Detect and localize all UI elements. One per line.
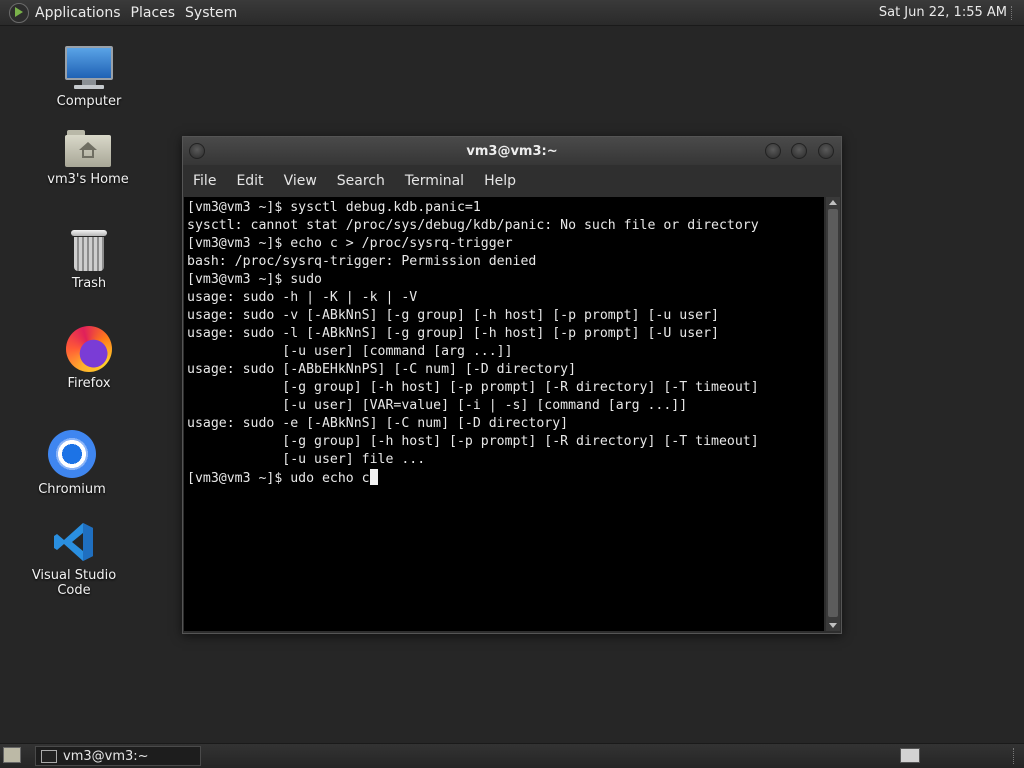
terminal-scrollbar[interactable] [826, 197, 840, 631]
terminal-titlebar[interactable]: vm3@vm3:~ [183, 137, 841, 165]
terminal-title: vm3@vm3:~ [466, 143, 558, 159]
desktop-icon-label: vm3's Home [47, 172, 129, 187]
desktop-icon-computer[interactable]: Computer [50, 46, 128, 109]
terminal-line: usage: sudo -e [-ABkNnS] [-C num] [-D di… [187, 416, 569, 431]
vscode-icon [52, 520, 96, 564]
desktop-icon-home[interactable]: vm3's Home [40, 128, 136, 187]
desktop-icon-label: Trash [71, 276, 107, 291]
close-button[interactable] [818, 143, 834, 159]
terminal-window[interactable]: vm3@vm3:~ File Edit View Search Terminal… [182, 136, 842, 634]
scroll-down-icon[interactable] [829, 623, 837, 628]
minimize-button[interactable] [765, 143, 781, 159]
terminal-menubar: File Edit View Search Terminal Help [183, 165, 841, 197]
places-menu[interactable]: Places [131, 5, 184, 21]
desktop-icon-chromium[interactable]: Chromium [33, 430, 111, 497]
home-folder-icon [65, 128, 111, 168]
terminal-cursor [369, 469, 378, 485]
menu-file[interactable]: File [183, 173, 226, 189]
terminal-line: bash: /proc/sysrq-trigger: Permission de… [187, 254, 537, 269]
taskbar-window-button[interactable]: vm3@vm3:~ [35, 746, 201, 766]
terminal-line: [-g group] [-h host] [-p prompt] [-R dir… [187, 380, 759, 395]
trash-icon [71, 230, 107, 272]
distro-logo-icon[interactable] [9, 2, 29, 23]
firefox-icon [66, 326, 112, 372]
workspace-switcher[interactable] [900, 748, 920, 763]
terminal-line: usage: sudo -h | -K | -k | -V [187, 290, 418, 305]
terminal-current-input: [vm3@vm3 ~]$ udo echo c [187, 471, 370, 486]
menu-edit[interactable]: Edit [226, 173, 273, 189]
desktop-icon-label: Chromium [38, 482, 106, 497]
terminal-line: [vm3@vm3 ~]$ echo c > /proc/sysrq-trigge… [187, 236, 513, 251]
desktop-icon-vscode[interactable]: Visual Studio Code [14, 520, 134, 598]
chromium-icon [48, 430, 96, 478]
terminal-line: usage: sudo [-ABbEHkNnPS] [-C num] [-D d… [187, 362, 577, 377]
menu-terminal[interactable]: Terminal [395, 173, 474, 189]
computer-icon [65, 46, 113, 90]
menu-help[interactable]: Help [474, 173, 526, 189]
terminal-line: usage: sudo -l [-ABkNnS] [-g group] [-h … [187, 326, 719, 341]
maximize-button[interactable] [791, 143, 807, 159]
terminal-prompt-line[interactable]: [vm3@vm3 ~]$ udo echo c [187, 469, 824, 487]
bottom-panel: vm3@vm3:~ [0, 743, 1024, 768]
window-menu-button[interactable] [189, 143, 205, 159]
system-menu[interactable]: System [185, 5, 245, 21]
terminal-icon [41, 749, 57, 763]
desktop-icon-label: Visual Studio Code [31, 568, 117, 598]
terminal-line: [-u user] file ... [187, 452, 426, 467]
scroll-up-icon[interactable] [829, 200, 837, 205]
terminal-line: usage: sudo -v [-ABkNnS] [-g group] [-h … [187, 308, 719, 323]
panel-separator [1011, 5, 1016, 20]
desktop-icon-firefox[interactable]: Firefox [50, 326, 128, 391]
terminal-line: [-u user] [VAR=value] [-i | -s] [command… [187, 398, 688, 413]
terminal-line: [-u user] [command [arg ...]] [187, 344, 513, 359]
terminal-line: sysctl: cannot stat /proc/sys/debug/kdb/… [187, 218, 759, 233]
scrollbar-thumb[interactable] [828, 209, 838, 617]
desktop-icon-label: Firefox [67, 376, 111, 391]
menu-view[interactable]: View [274, 173, 327, 189]
panel-separator [1013, 748, 1018, 764]
terminal-line: [vm3@vm3 ~]$ sudo [187, 272, 322, 287]
terminal-line: [vm3@vm3 ~]$ sysctl debug.kdb.panic=1 [187, 200, 481, 215]
menu-search[interactable]: Search [327, 173, 395, 189]
desktop-icon-label: Computer [56, 94, 122, 109]
terminal-line: [-g group] [-h host] [-p prompt] [-R dir… [187, 434, 759, 449]
desktop-icon-trash[interactable]: Trash [50, 230, 128, 291]
clock[interactable]: Sat Jun 22, 1:55 AM [879, 5, 1011, 20]
applications-menu[interactable]: Applications [35, 5, 129, 21]
top-panel: Applications Places System Sat Jun 22, 1… [0, 0, 1024, 26]
show-desktop-icon[interactable] [3, 747, 21, 763]
taskbar-window-label: vm3@vm3:~ [63, 748, 149, 764]
terminal-output[interactable]: [vm3@vm3 ~]$ sysctl debug.kdb.panic=1 sy… [184, 197, 824, 631]
